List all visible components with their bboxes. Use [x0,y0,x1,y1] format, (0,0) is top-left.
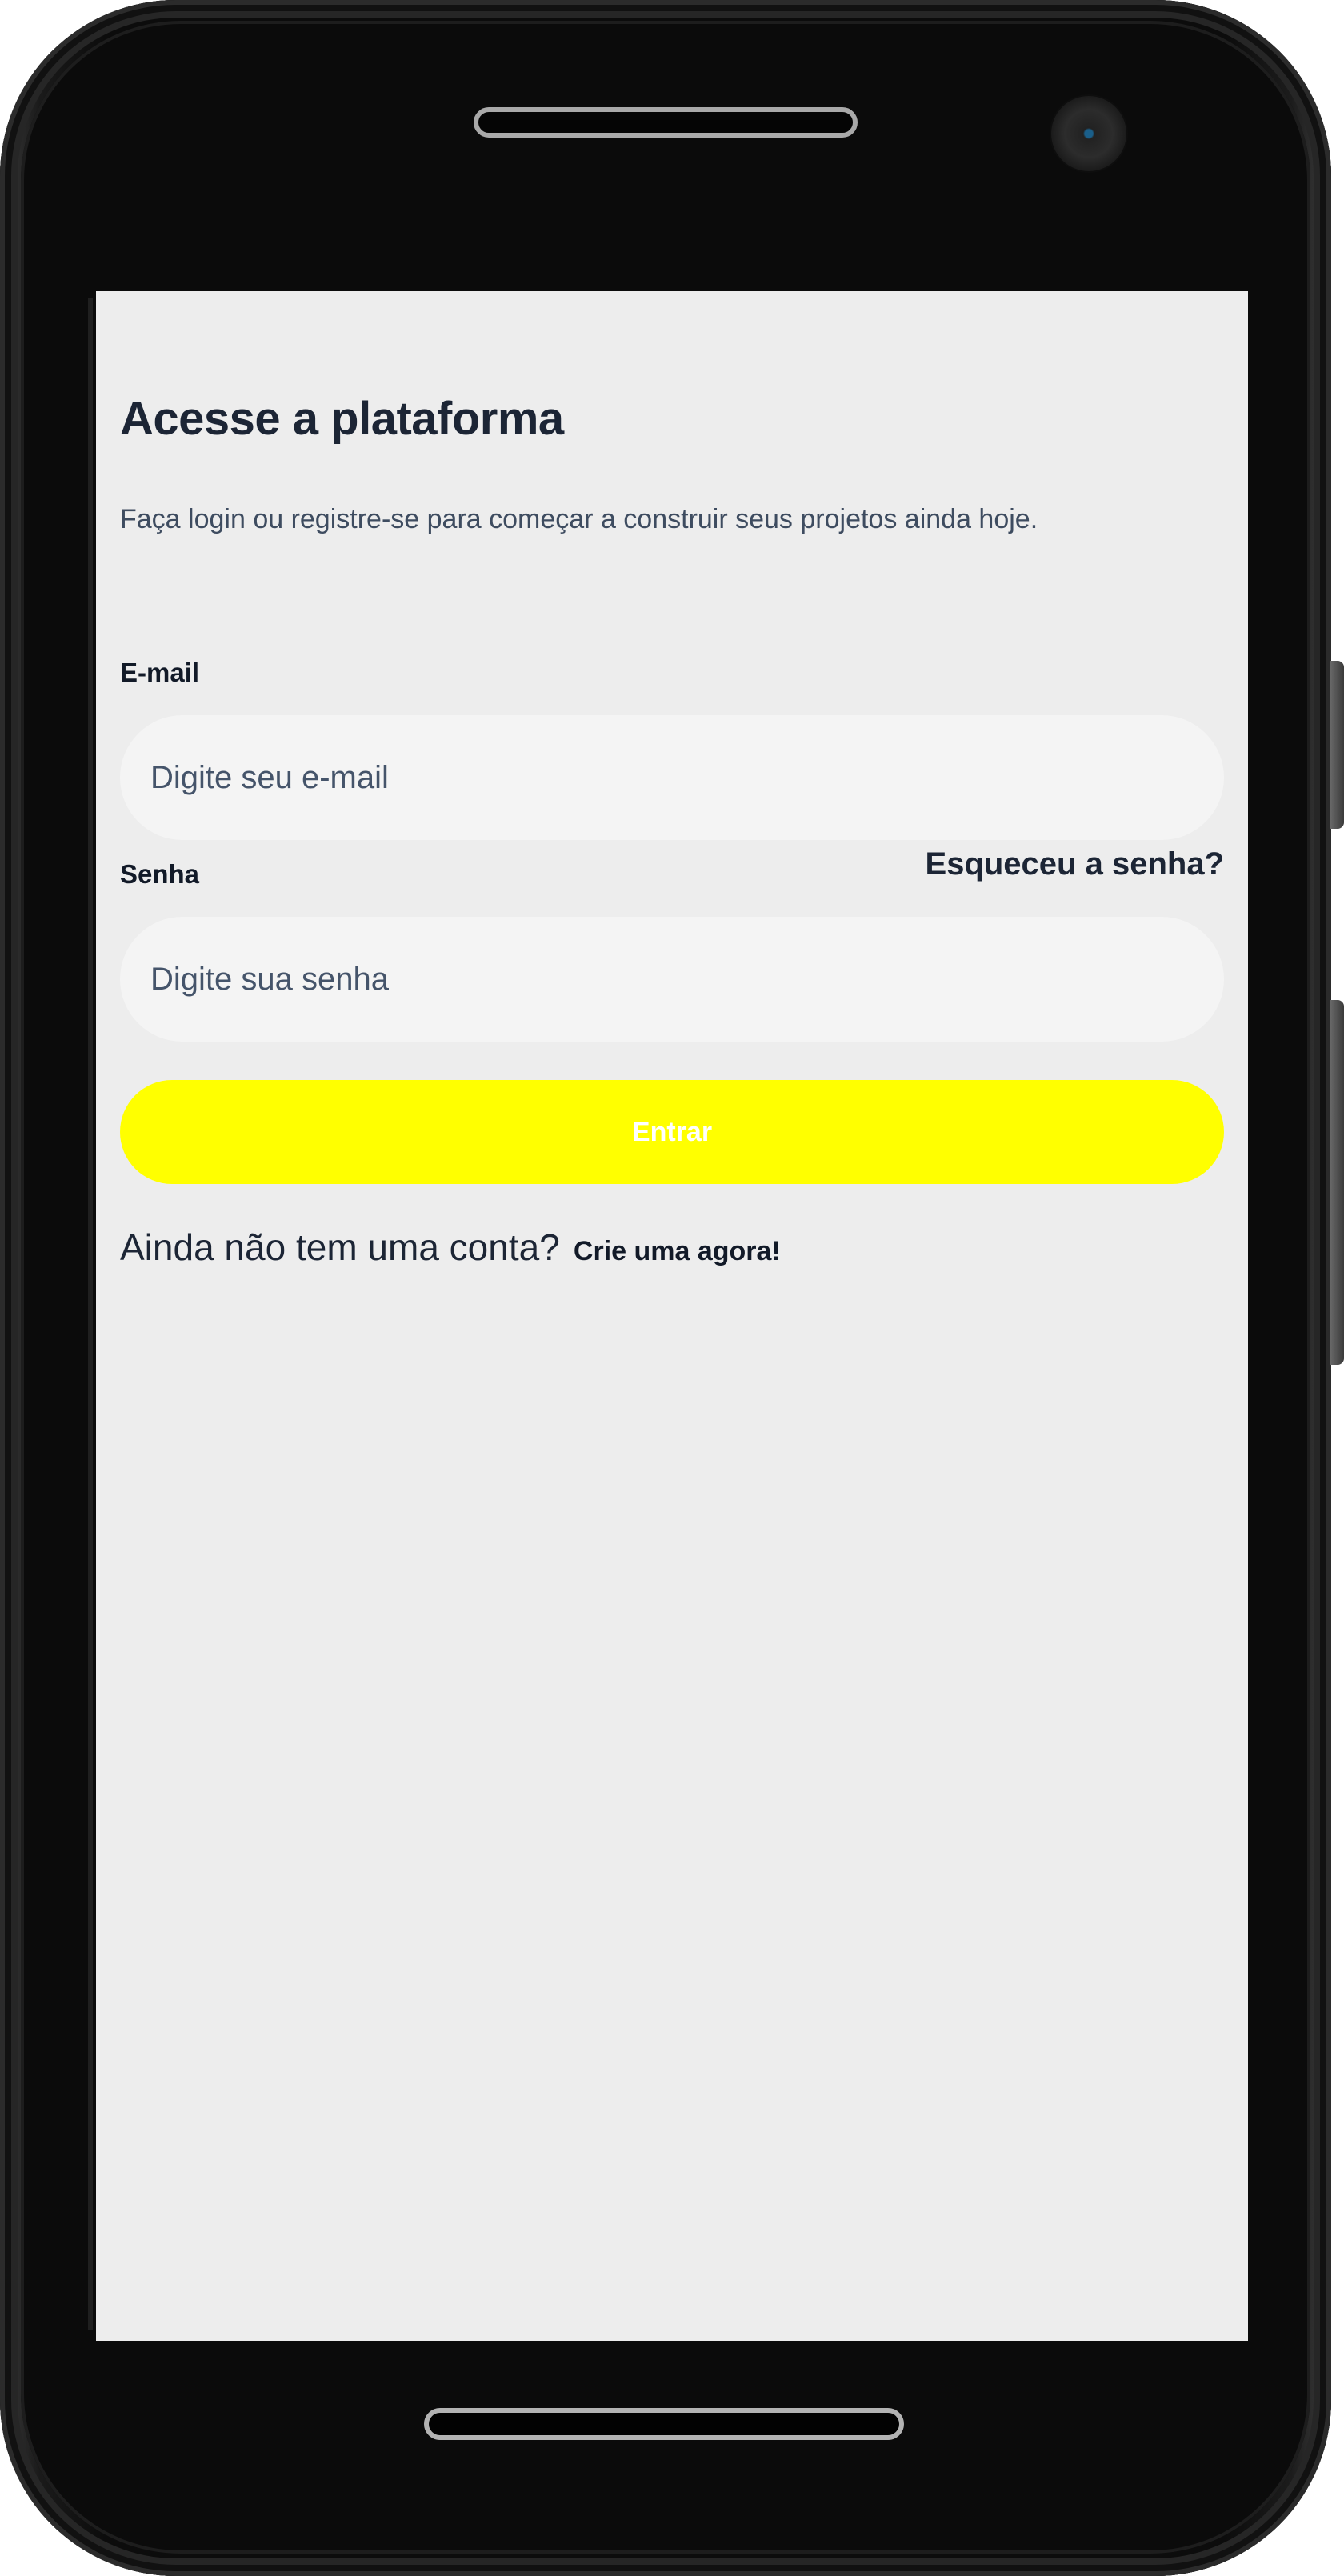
app-screen: Acesse a plataforma Faça login ou regist… [96,291,1248,2341]
screen-edge [88,298,93,2330]
password-label: Senha [120,859,200,889]
power-button [1330,1000,1344,1365]
signup-link[interactable]: Crie uma agora! [574,1236,781,1266]
page-title: Acesse a plataforma [120,393,564,445]
login-button[interactable]: Entrar [120,1080,1224,1184]
signup-question: Ainda não tem uma conta? [120,1226,560,1268]
earpiece-speaker [474,107,858,138]
bottom-speaker [424,2408,904,2440]
volume-button [1330,661,1344,829]
password-field[interactable] [149,960,1224,998]
forgot-password-link[interactable]: Esqueceu a senha? [926,846,1224,882]
signup-prompt: Ainda não tem uma conta? Crie uma agora! [120,1226,781,1269]
password-field-container [120,917,1224,1042]
email-field-container [120,715,1224,840]
front-camera-icon [1051,96,1126,171]
email-label: E-mail [120,658,200,687]
email-field[interactable] [149,758,1224,797]
page-subtitle: Faça login ou registre-se para começar a… [120,504,1038,534]
